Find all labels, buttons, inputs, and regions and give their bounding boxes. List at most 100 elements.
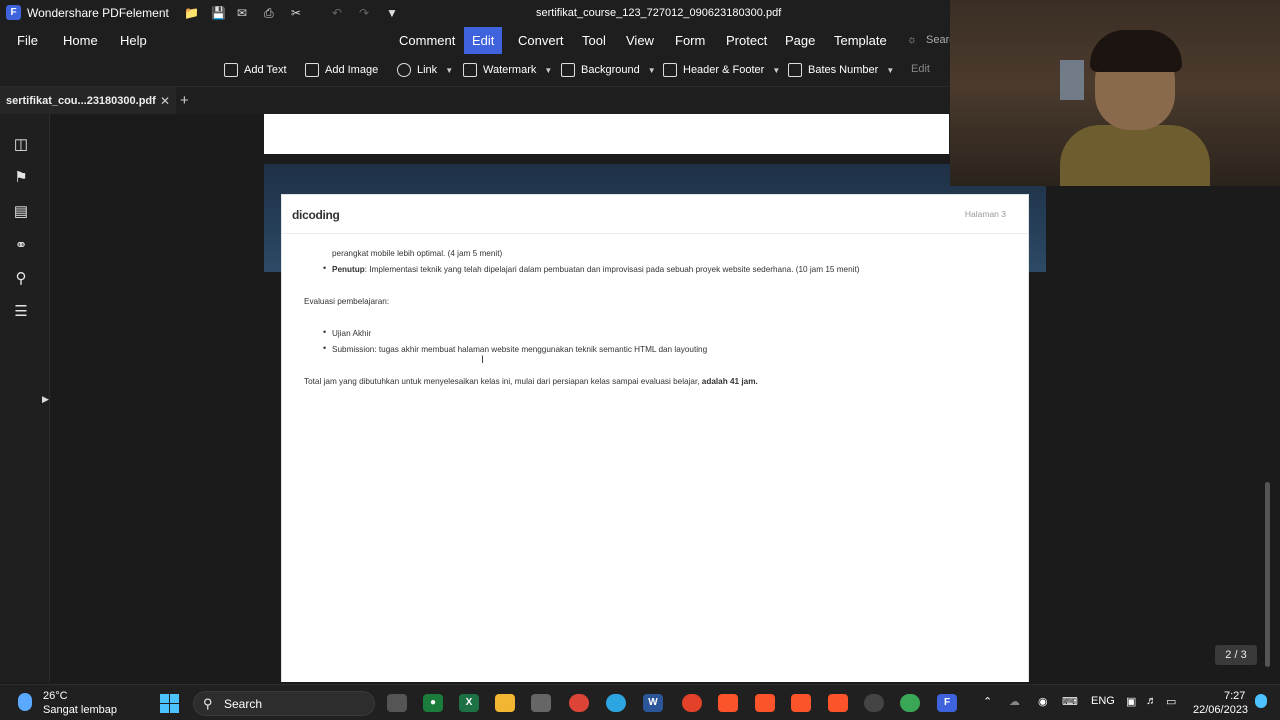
file-explorer-icon[interactable]: [495, 694, 515, 712]
network-icon[interactable]: ▣: [1126, 695, 1136, 708]
background-label: Background: [581, 64, 640, 76]
paragraph-line: perangkat mobile lebih optimal. (4 jam 5…: [332, 249, 503, 258]
edit-toolbar: Add Text Add Image Link ▼ Watermark ▼ Ba…: [0, 55, 950, 86]
list-item-text: : Implementasi teknik yang telah dipelaj…: [364, 265, 860, 274]
background-button[interactable]: Background ▼: [561, 63, 656, 77]
tab-template[interactable]: Template: [834, 33, 887, 48]
tab-edit[interactable]: Edit: [464, 27, 503, 54]
pdf-page-current[interactable]: dicoding Halaman 3 perangkat mobile lebi…: [281, 194, 1029, 682]
keyboard-icon[interactable]: ⌨: [1062, 695, 1078, 708]
clock-time[interactable]: 7:27: [1224, 690, 1245, 702]
search-icon[interactable]: ⚲: [12, 271, 30, 287]
weather-condition[interactable]: Sangat lembap: [43, 704, 117, 716]
document-tab-label: sertifikat_cou...23180300.pdf: [6, 95, 156, 107]
bates-number-button[interactable]: Bates Number ▼: [788, 63, 894, 77]
save-icon[interactable]: 💾: [211, 6, 226, 20]
bullet-icon: •: [323, 263, 327, 273]
attachment-icon[interactable]: ⚭: [12, 238, 30, 254]
evaluation-heading: Evaluasi pembelajaran:: [304, 297, 390, 306]
brave-icon[interactable]: [828, 694, 848, 712]
close-icon[interactable]: ✕: [160, 94, 170, 108]
page-number-label: Halaman 3: [964, 209, 1006, 219]
document-title: sertifikat_course_123_727012_09062318030…: [536, 7, 782, 19]
vertical-scrollbar[interactable]: [1260, 114, 1280, 682]
bates-number-icon: [788, 63, 802, 77]
chrome-icon[interactable]: [569, 694, 589, 712]
taskbar-search[interactable]: ⚲ Search: [193, 691, 375, 716]
brave-icon[interactable]: [791, 694, 811, 712]
language-indicator[interactable]: ENG: [1091, 695, 1115, 707]
pdf-page-previous: [264, 114, 949, 154]
watermark-button[interactable]: Watermark ▼: [463, 63, 552, 77]
tab-page[interactable]: Page: [785, 33, 815, 48]
excel-icon[interactable]: X: [459, 694, 479, 712]
new-tab-icon[interactable]: +: [180, 92, 189, 109]
telegram-icon[interactable]: [606, 694, 626, 712]
app-icon[interactable]: [682, 694, 702, 712]
add-text-button[interactable]: Add Text: [224, 63, 287, 77]
notification-icon[interactable]: [1255, 694, 1267, 708]
chevron-down-icon: ▼: [647, 65, 656, 75]
link-button[interactable]: Link ▼: [397, 63, 453, 77]
scrollbar-thumb[interactable]: [1265, 482, 1270, 667]
battery-icon[interactable]: ▭: [1166, 695, 1176, 708]
word-icon[interactable]: W: [643, 694, 663, 712]
browser-icon[interactable]: [900, 694, 920, 712]
page-counter: 2 / 3: [1215, 645, 1257, 665]
menu-home[interactable]: Home: [63, 33, 98, 48]
bullet-icon: •: [323, 343, 327, 353]
add-image-label: Add Image: [325, 64, 379, 76]
print-icon[interactable]: ⎙: [264, 6, 274, 21]
weather-temperature[interactable]: 26°C: [43, 690, 68, 702]
menu-help[interactable]: Help: [120, 33, 147, 48]
divider: [282, 233, 1028, 234]
undo-icon[interactable]: ↶: [332, 6, 342, 20]
cloud-icon[interactable]: ☁: [1009, 695, 1020, 708]
mail-icon[interactable]: ✉: [237, 6, 247, 20]
tab-protect[interactable]: Protect: [726, 33, 767, 48]
tab-form[interactable]: Form: [675, 33, 705, 48]
tab-comment[interactable]: Comment: [399, 33, 455, 48]
open-folder-icon[interactable]: 📁: [184, 6, 199, 20]
security-app-icon[interactable]: ●: [423, 694, 443, 712]
layers-icon[interactable]: ☰: [12, 304, 30, 320]
document-tab[interactable]: sertifikat_cou...23180300.pdf ✕: [0, 87, 176, 115]
person-hair: [1090, 30, 1182, 72]
edit-mode-button[interactable]: Edit: [911, 63, 930, 75]
link-label: Link: [417, 64, 438, 76]
cut-icon[interactable]: ✂: [291, 6, 301, 20]
header-footer-button[interactable]: Header & Footer ▼: [663, 63, 780, 77]
document-viewer[interactable]: dicoding Halaman 3 perangkat mobile lebi…: [51, 114, 1260, 682]
watermark-label: Watermark: [483, 64, 537, 76]
snipping-tool-icon[interactable]: [531, 694, 551, 712]
brave-icon[interactable]: [718, 694, 738, 712]
total-hours-line: Total jam yang dibutuhkan untuk menyeles…: [304, 377, 758, 386]
volume-icon[interactable]: ♬: [1146, 695, 1157, 707]
app-name: Wondershare PDFelement: [27, 6, 169, 20]
chevron-down-icon: ▼: [544, 65, 553, 75]
total-hours-text: Total jam yang dibutuhkan untuk menyeles…: [304, 377, 702, 386]
clock-date[interactable]: 22/06/2023: [1193, 704, 1248, 716]
list-item-bold: Penutup: [332, 265, 365, 274]
menu-file[interactable]: File: [17, 33, 38, 48]
link-icon: [397, 63, 411, 77]
settings-app-icon[interactable]: [864, 694, 884, 712]
thumbnails-icon[interactable]: ◫: [12, 137, 30, 153]
redo-icon[interactable]: ↷: [359, 6, 369, 20]
task-view-icon[interactable]: [387, 694, 407, 712]
windows-start-icon[interactable]: [160, 694, 179, 713]
comment-icon[interactable]: ▤: [12, 204, 30, 220]
bookmark-icon[interactable]: ⚑: [12, 170, 30, 186]
customize-toolbar-icon[interactable]: ▼: [386, 6, 398, 20]
expand-panel-icon[interactable]: ▶: [42, 394, 49, 405]
weather-icon[interactable]: [18, 693, 32, 711]
tab-convert[interactable]: Convert: [518, 33, 564, 48]
tab-tool[interactable]: Tool: [582, 33, 606, 48]
brave-icon[interactable]: [755, 694, 775, 712]
chevron-up-icon[interactable]: ⌃: [983, 695, 992, 708]
background-icon: [561, 63, 575, 77]
tab-view[interactable]: View: [626, 33, 654, 48]
pdfelement-icon[interactable]: F: [937, 694, 957, 712]
microphone-icon[interactable]: ◉: [1038, 695, 1048, 708]
add-image-button[interactable]: Add Image: [305, 63, 378, 77]
